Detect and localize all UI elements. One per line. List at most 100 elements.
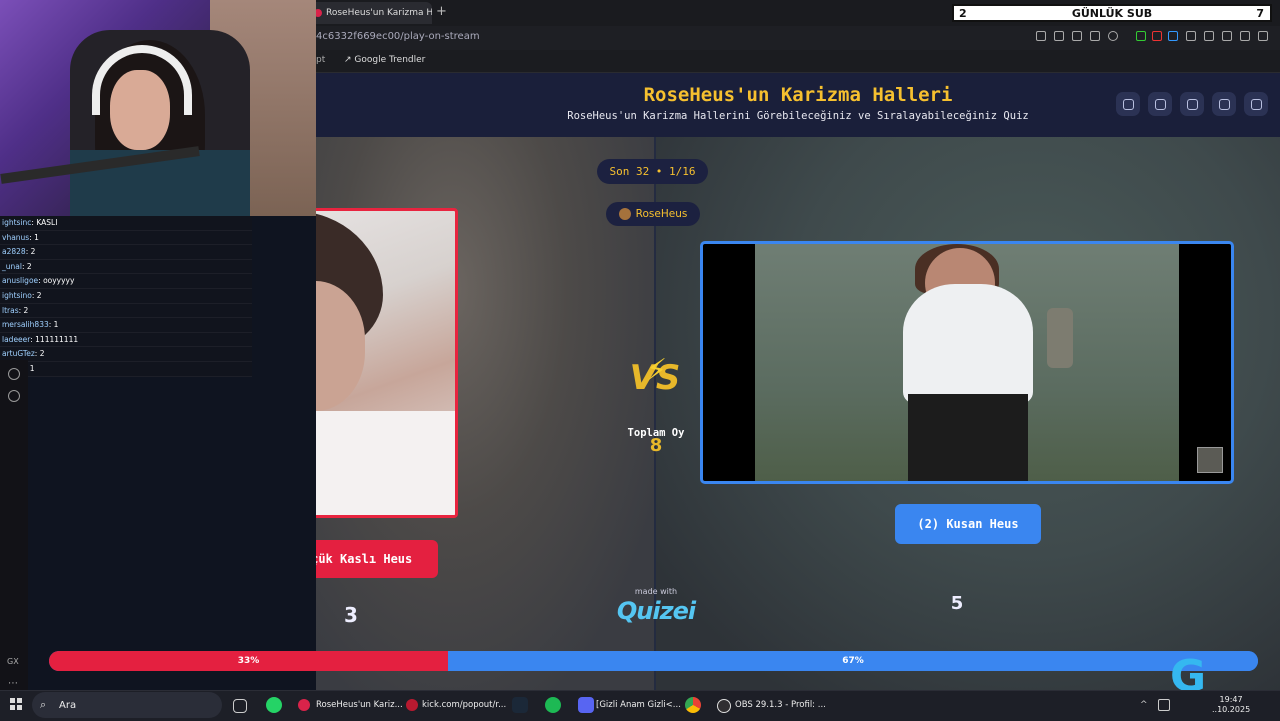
quizei-logo[interactable]: Quizei bbox=[606, 597, 706, 625]
daily-sub-counter: 2 GÜNLÜK SUB 7 bbox=[952, 4, 1272, 22]
fullscreen-button[interactable] bbox=[1244, 92, 1268, 116]
chat-message: ightsino: 2 bbox=[0, 288, 252, 304]
extension-icon[interactable] bbox=[1136, 31, 1146, 41]
option-1-image[interactable] bbox=[316, 208, 458, 518]
bookmark-google-trends[interactable]: ↗ Google Trendler bbox=[344, 55, 425, 65]
chat-text: : KASLI bbox=[31, 218, 58, 227]
chat-username[interactable]: artuGTez bbox=[2, 349, 35, 358]
round-badge: Son 32 • 1/16 bbox=[597, 159, 708, 184]
eye-button[interactable] bbox=[1116, 92, 1140, 116]
menu-icon[interactable] bbox=[1258, 31, 1268, 41]
chat-text: : 2 bbox=[18, 305, 29, 315]
taskbar-item-kick[interactable]: kick.com/popout/r... bbox=[422, 700, 506, 710]
chat-username[interactable]: vhanus bbox=[2, 233, 29, 242]
taskbar-item-obs[interactable]: OBS 29.1.3 - Profil: ... bbox=[735, 700, 826, 710]
start-icon[interactable] bbox=[10, 698, 22, 710]
avatar bbox=[618, 208, 631, 220]
sub-goal: 7 bbox=[1256, 7, 1264, 20]
option-2-progress: 67% bbox=[448, 651, 1258, 671]
chat-message: mersalih833: 1 bbox=[0, 318, 252, 333]
browser-tab[interactable]: RoseHeus'un Karizma Ha bbox=[308, 2, 432, 24]
share-icon[interactable] bbox=[1222, 31, 1232, 41]
option-2-video[interactable] bbox=[700, 241, 1234, 484]
option-1-button[interactable]: (1) Küçük Kaslı Heus bbox=[316, 540, 438, 578]
discord-icon[interactable] bbox=[578, 697, 594, 713]
network-icon[interactable] bbox=[1158, 699, 1170, 711]
chat-username[interactable]: _unal bbox=[2, 262, 22, 271]
clock-date: ..10.2025 bbox=[1212, 705, 1251, 714]
chat-message: ladeeer: 111111111 bbox=[0, 332, 252, 348]
tray-chevron-icon[interactable]: ^ bbox=[1140, 700, 1148, 710]
heart-icon[interactable] bbox=[1108, 31, 1118, 41]
author-badge[interactable]: RoseHeus bbox=[606, 202, 700, 226]
sub-label: GÜNLÜK SUB bbox=[1071, 7, 1153, 20]
fullscreen-icon bbox=[1250, 98, 1262, 110]
screenshot-icon[interactable] bbox=[1054, 31, 1064, 41]
taskbar-clock[interactable]: 19:47 ..10.2025 bbox=[1212, 695, 1250, 715]
side-panel bbox=[0, 360, 28, 690]
play-icon[interactable] bbox=[1090, 31, 1100, 41]
chat-text: : 111111111 bbox=[30, 334, 79, 344]
option-1-votes: 3 bbox=[344, 603, 358, 627]
eye-icon bbox=[1122, 98, 1134, 110]
steam-icon[interactable] bbox=[512, 697, 528, 713]
more-icon[interactable]: ⋯ bbox=[8, 678, 18, 689]
chat-message: artuGTez: 2 bbox=[0, 347, 252, 362]
link-icon bbox=[1154, 98, 1166, 110]
option-2-button[interactable]: (2) Kusan Heus bbox=[895, 504, 1041, 544]
bookmark-partial[interactable]: pt bbox=[316, 55, 325, 65]
extension-icon[interactable] bbox=[1186, 31, 1196, 41]
chat-message: _unal: 2 bbox=[0, 259, 252, 275]
chat-username[interactable]: mersalih833 bbox=[2, 320, 49, 329]
chat-icon[interactable] bbox=[8, 368, 20, 380]
spotify-icon[interactable] bbox=[545, 697, 561, 713]
task-view-icon[interactable] bbox=[233, 699, 247, 713]
chat-message: a2828: 2 bbox=[0, 245, 252, 260]
extension-icon[interactable] bbox=[1152, 31, 1162, 41]
lightning-icon: ⚡ bbox=[646, 353, 668, 388]
new-tab-button[interactable]: + bbox=[436, 4, 447, 19]
chat-text: : 2 bbox=[34, 349, 45, 359]
extension-icon[interactable] bbox=[1168, 31, 1178, 41]
chrome-icon[interactable] bbox=[685, 697, 701, 713]
total-votes-value: 8 bbox=[649, 435, 663, 456]
whatsapp-icon[interactable] bbox=[266, 697, 282, 713]
chat-message: alaMir: 1 bbox=[0, 361, 252, 377]
chat-message: ltras: 2 bbox=[0, 303, 252, 319]
option-2-votes: 5 bbox=[950, 593, 964, 614]
stream-chat: ightsinc: KASLI vhanus: 1 a2828: 2 _unal: 2… bbox=[0, 216, 252, 377]
flag-icon bbox=[1218, 98, 1230, 110]
chat-username[interactable]: ladeeer bbox=[2, 335, 30, 344]
obs-icon[interactable] bbox=[717, 699, 731, 713]
shield-icon[interactable] bbox=[1072, 31, 1082, 41]
settings-icon[interactable] bbox=[8, 390, 20, 402]
chat-username[interactable]: ightsino bbox=[2, 291, 32, 300]
send-button[interactable] bbox=[1180, 92, 1204, 116]
chat-text: : 1 bbox=[29, 232, 39, 242]
bookmark-label: Google Trendler bbox=[354, 55, 426, 65]
chat-username[interactable]: a2828 bbox=[2, 247, 26, 256]
chat-message: anusligoe: ooyyyyy bbox=[0, 274, 252, 289]
share-button[interactable] bbox=[1148, 92, 1172, 116]
report-button[interactable] bbox=[1212, 92, 1236, 116]
chat-username[interactable]: anusligoe bbox=[2, 276, 38, 285]
taskbar-item-discord[interactable]: [Gizli Anam Gizli<... bbox=[596, 700, 681, 710]
chat-username[interactable]: ltras bbox=[2, 306, 19, 315]
chat-username[interactable]: ightsinc bbox=[2, 218, 31, 227]
browser-icon[interactable] bbox=[406, 699, 418, 711]
author-name: RoseHeus bbox=[635, 208, 688, 220]
browser-icon[interactable] bbox=[298, 699, 310, 711]
chat-text: : ooyyyyy bbox=[38, 276, 75, 286]
taskbar-search-input[interactable]: Ara bbox=[59, 700, 76, 711]
extensions-icon[interactable] bbox=[1204, 31, 1214, 41]
quiz-page: RoseHeus'un Karizma Halleri RoseHeus'un … bbox=[316, 73, 1280, 690]
search-icon: ⌕ bbox=[40, 698, 47, 711]
chat-text: : 2 bbox=[21, 261, 32, 271]
download-icon[interactable] bbox=[1240, 31, 1250, 41]
bookmark-icon[interactable] bbox=[1036, 31, 1046, 41]
chat-text: : 1 bbox=[48, 320, 59, 330]
taskbar-item-quiz[interactable]: RoseHeus'un Kariz... bbox=[316, 700, 403, 710]
webcam-overlay bbox=[0, 0, 316, 216]
url-field[interactable]: 4c6332f669ec00/play-on-stream bbox=[316, 31, 480, 42]
clock-time: 19:47 bbox=[1219, 695, 1243, 704]
